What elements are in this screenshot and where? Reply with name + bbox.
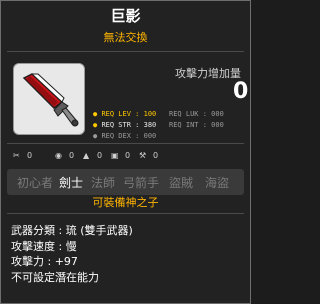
attack-power: 攻擊力 : +97 — [11, 255, 78, 268]
flag-value: 0 — [69, 151, 75, 160]
req-label: REQ DEX — [101, 132, 131, 140]
req-value: 380 — [143, 121, 157, 129]
potential-note: 不可設定潛在能力 — [11, 270, 99, 284]
req-lev-row: ● REQ LEV : 100 — [93, 110, 157, 118]
bag-icon: ▲ — [83, 151, 90, 160]
req-luk-row: REQ LUK : 000 — [169, 110, 224, 118]
req-label: REQ INT — [169, 121, 199, 129]
req-str-row: ● REQ STR : 380 — [93, 121, 157, 129]
req-label: REQ LUK — [169, 110, 199, 118]
job-magician: 法師 — [91, 176, 116, 190]
requirements-right: REQ LUK : 000 REQ INT : 000 — [169, 109, 224, 131]
req-int-row: REQ INT : 000 — [169, 121, 224, 129]
trade-status: 無法交換 — [103, 31, 148, 44]
attack-speed: 攻擊速度 : 慢 — [11, 239, 77, 253]
bullet-icon: ● — [93, 121, 98, 129]
job-beginner: 初心者 — [17, 176, 54, 190]
job-note: 可裝備神之子 — [92, 196, 159, 209]
bag-icon: ◉ — [55, 151, 62, 160]
divider — [7, 213, 244, 214]
job-warrior: 劍士 — [59, 176, 84, 190]
req-label: REQ STR — [101, 121, 131, 129]
requirements-left: ● REQ LEV : 100 ● REQ STR : 380 ● REQ DE… — [93, 109, 156, 142]
item-icon-box — [13, 63, 85, 135]
divider — [7, 51, 244, 52]
weapon-type: 武器分類 : 琉 (雙手武器) — [11, 224, 133, 237]
req-dex-row: ● REQ DEX : 000 — [93, 132, 157, 140]
scissors-icon: ✂ — [13, 151, 20, 160]
req-value: 100 — [143, 110, 157, 118]
item-stats: 武器分類 : 琉 (雙手武器) 攻擊速度 : 慢 攻擊力 : +97 不可設定潛… — [11, 223, 133, 285]
flag-value: 0 — [153, 151, 159, 160]
req-value: 000 — [211, 110, 224, 118]
req-value: 000 — [211, 121, 224, 129]
flag-value: 0 — [97, 151, 103, 160]
bullet-icon: ● — [93, 132, 98, 140]
job-thief: 盜賊 — [169, 176, 194, 190]
job-archer: 弓箭手 — [123, 176, 160, 190]
item-name: 巨影 — [110, 7, 141, 25]
item-flags-row: ✂ 0 ◉ 0 ▲ 0 ▣ 0 ⚒ 0 — [11, 151, 246, 165]
attack-increase-label: 攻擊力增加量 — [175, 67, 241, 80]
lock-icon: ▣ — [111, 151, 119, 160]
job-bar: 初心者 劍士 法師 弓箭手 盜賊 海盜 — [7, 169, 244, 195]
flag-value: 0 — [125, 151, 131, 160]
divider — [7, 143, 244, 144]
req-label: REQ LEV — [101, 110, 131, 118]
req-value: 000 — [143, 132, 157, 140]
job-pirate: 海盜 — [205, 176, 230, 190]
flag-value: 0 — [27, 151, 33, 160]
hammer-icon: ⚒ — [139, 151, 147, 160]
item-tooltip: 巨影 無法交換 攻擊力增加量 0 ● REQ LEV : 100 ● REQ S… — [0, 0, 251, 304]
attack-increase-value: 0 — [233, 79, 249, 104]
greatsword-icon — [22, 73, 79, 127]
bullet-icon: ● — [93, 110, 98, 118]
